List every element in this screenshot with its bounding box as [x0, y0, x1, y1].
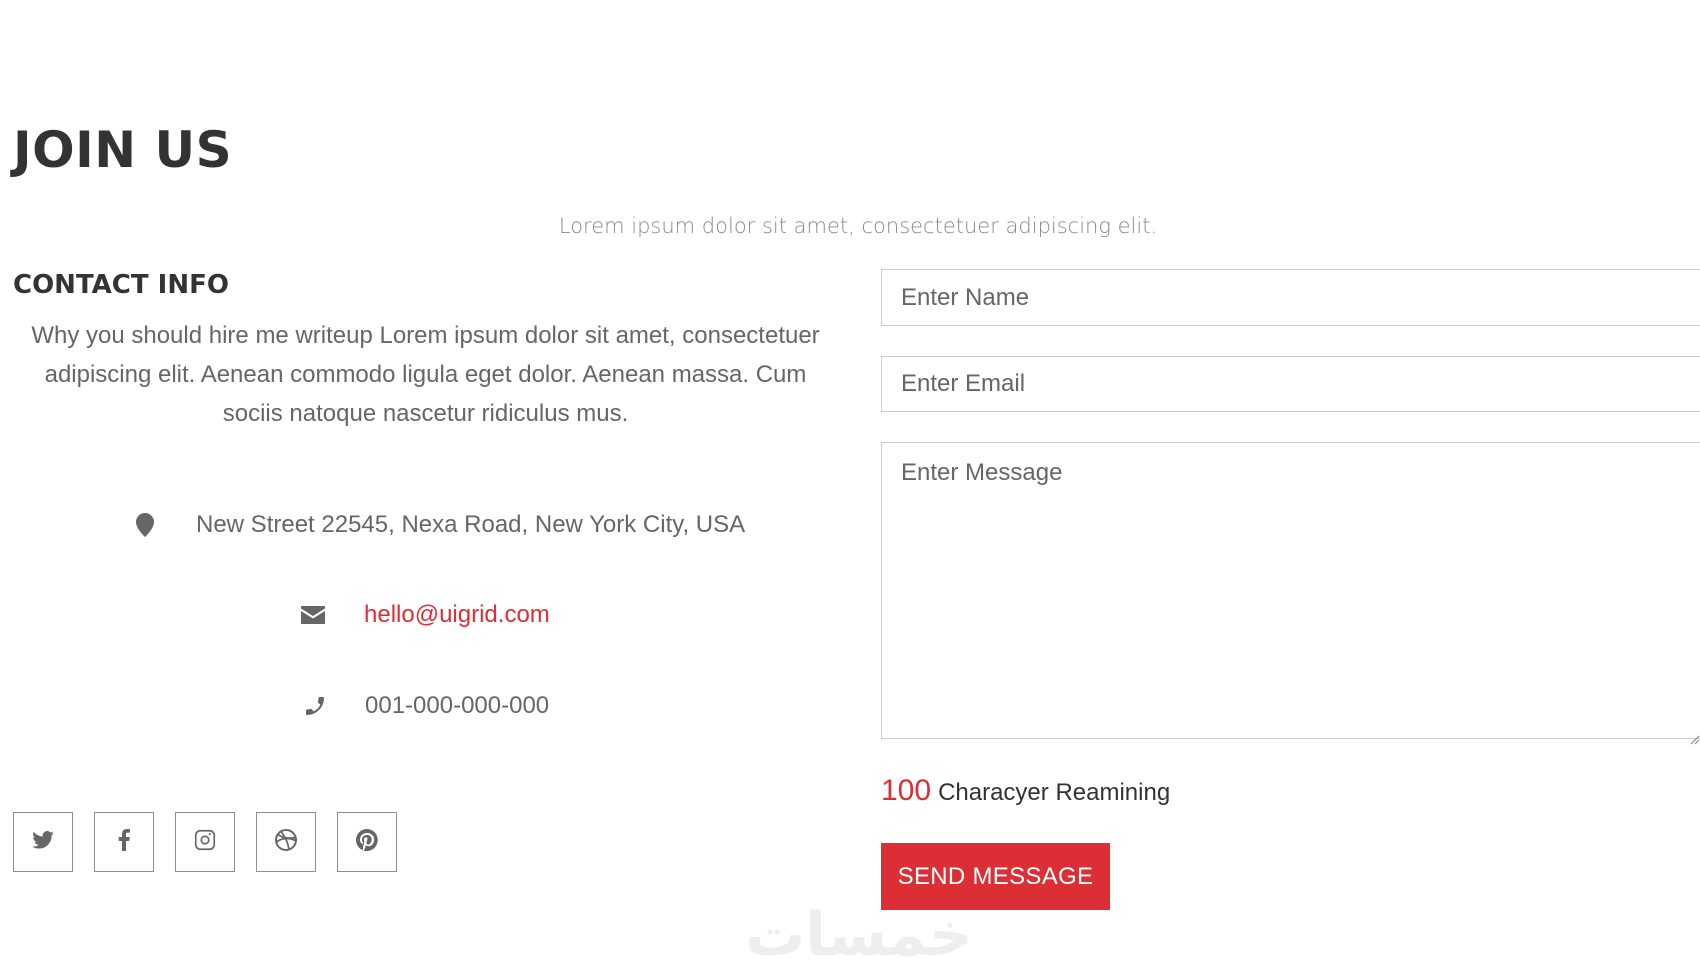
dribbble-icon	[274, 828, 298, 857]
twitter-icon	[32, 830, 54, 854]
pinterest-icon	[355, 828, 379, 857]
name-field[interactable]: Enter Name	[881, 269, 1700, 326]
contact-intro-text: Why you should hire me writeup Lorem ips…	[31, 322, 820, 427]
address-row: New Street 22545, Nexa Road, New York Ci…	[130, 505, 745, 545]
twitter-button[interactable]	[13, 812, 73, 872]
join-us-section: JOIN US Lorem ipsum dolor sit amet, cons…	[0, 0, 1700, 970]
facebook-button[interactable]	[94, 812, 154, 872]
page-title: JOIN US	[13, 121, 233, 179]
phone-text: 001-000-000-000	[365, 692, 550, 719]
email-field[interactable]: Enter Email	[881, 356, 1700, 412]
dribbble-button[interactable]	[256, 812, 316, 872]
instagram-icon	[194, 829, 216, 856]
instagram-button[interactable]	[175, 812, 235, 872]
phone-row: 001-000-000-000	[300, 686, 549, 726]
resize-handle-icon[interactable]	[1688, 724, 1700, 745]
facebook-icon	[118, 828, 130, 856]
pinterest-button[interactable]	[337, 812, 397, 872]
page-subtitle: Lorem ipsum dolor sit amet, consectetuer…	[558, 214, 1158, 238]
email-placeholder: Enter Email	[901, 370, 1026, 397]
watermark: خمسات	[745, 900, 973, 970]
address-text: New Street 22545, Nexa Road, New York Ci…	[196, 511, 746, 538]
phone-icon	[300, 691, 330, 721]
name-placeholder: Enter Name	[901, 283, 1030, 311]
map-pin-icon	[130, 510, 160, 540]
contact-info-heading: CONTACT INFO	[13, 270, 229, 300]
social-links	[13, 812, 397, 872]
character-count-label: Characyer Reamining	[938, 779, 1171, 806]
character-counter: 100 Characyer Reamining	[881, 774, 1170, 808]
message-placeholder: Enter Message	[901, 459, 1063, 486]
email-row: hello@uigrid.com	[298, 595, 550, 635]
message-textarea[interactable]: Enter Message	[881, 442, 1700, 745]
character-count: 100	[881, 774, 932, 807]
email-link[interactable]: hello@uigrid.com	[364, 601, 550, 629]
envelope-icon	[298, 600, 328, 630]
